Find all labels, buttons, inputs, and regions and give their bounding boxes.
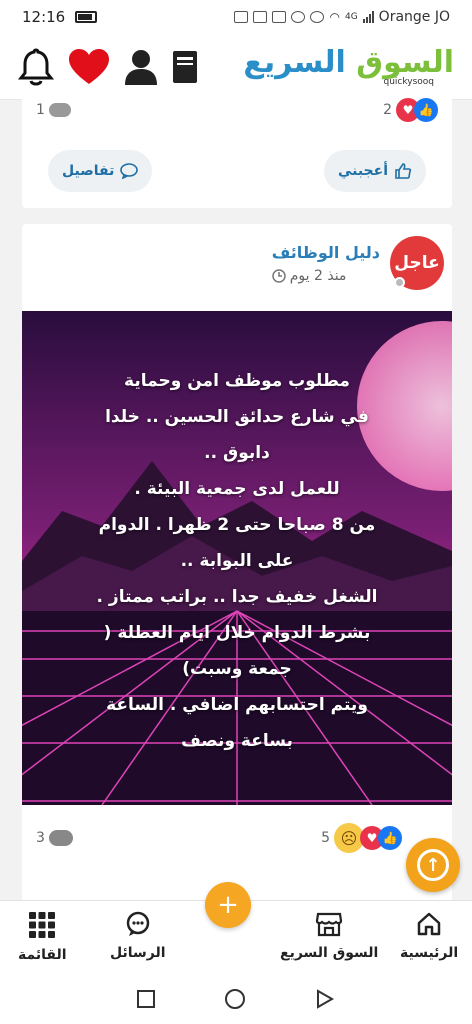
like-label: أعجبني: [337, 163, 388, 179]
nav-home-label: الرئيسية: [400, 945, 459, 961]
gallery-icon: [234, 11, 249, 23]
system-nav: [0, 974, 472, 1024]
status-time: 12:16: [22, 8, 66, 26]
thumbs-up-icon: [395, 163, 412, 179]
details-button[interactable]: تفاصيل: [48, 150, 153, 192]
nav-messages-label: الرسائل: [110, 945, 166, 961]
comments-count-group: 1: [36, 102, 71, 118]
bell-icon[interactable]: [18, 47, 54, 87]
avatar-text: عاجل: [394, 253, 440, 273]
scroll-top-button[interactable]: ↑: [406, 838, 460, 892]
user-icon[interactable]: [124, 49, 158, 85]
post-line: مطلوب موظف امن وحماية: [124, 371, 350, 391]
nav-menu-label: القائمة: [18, 947, 67, 963]
logo-text-accent: السريع: [243, 44, 346, 80]
post-line: الشغل خفيف جدا .. براتب ممتاز .: [96, 587, 378, 607]
logo-text-main: السوق: [356, 44, 454, 80]
post-header: دليل الوظائف منذ 2 يوم عاجل: [272, 236, 452, 290]
post-image[interactable]: مطلوب موظف امن وحماية في شارع حدائق الحس…: [22, 311, 452, 805]
network-type: 4G: [344, 12, 358, 22]
wifi-icon: ◠: [329, 10, 340, 24]
like-reaction-icon: 👍: [414, 98, 438, 122]
arrow-up-icon: ↑: [417, 849, 449, 881]
reactions-count: 2: [383, 102, 392, 118]
store-icon: [316, 912, 343, 937]
reactions-group: 5 ☹ ♥ 👍: [321, 823, 402, 853]
post-line: على البوابة ..: [180, 551, 294, 571]
like-reaction-icon: 👍: [378, 826, 402, 850]
clock-icon: [271, 268, 286, 283]
plus-icon: +: [217, 890, 239, 920]
reactions-group: 2 ♥ 👍: [383, 98, 438, 122]
poster-name[interactable]: دليل الوظائف: [272, 243, 380, 262]
comment-bubble-icon: [48, 830, 73, 846]
mail-icon: [253, 11, 268, 23]
post-line: من 8 صباحا حتى 2 ظهرا . الدوام: [98, 515, 376, 535]
book-icon[interactable]: [172, 50, 198, 84]
back-icon[interactable]: [315, 989, 335, 1009]
status-bar: 12:16 ◠ 4G Orange JO: [0, 0, 472, 34]
nav-messages[interactable]: الرسائل: [110, 911, 166, 961]
like-button[interactable]: أعجبني: [323, 150, 426, 192]
post-line: في شارع حدائق الحسين .. خلدا: [105, 407, 369, 427]
post-time: منذ 2 يوم: [271, 267, 380, 284]
add-post-button[interactable]: +: [205, 882, 251, 928]
app-header: السوق السريع quickysooq: [0, 34, 472, 100]
nav-market-label: السوق السريع: [280, 945, 379, 961]
threads-icon: [291, 11, 306, 23]
comment-icon: [120, 163, 139, 179]
carrier-name: Orange JO: [378, 9, 450, 25]
post-card: دليل الوظائف منذ 2 يوم عاجل مطلوب موظف ا…: [22, 224, 452, 924]
post-card: 1 2 ♥ 👍 تفاصيل أعجبني: [22, 96, 452, 208]
reactions-count: 5: [321, 830, 330, 846]
chat-icon: [126, 911, 150, 936]
app-logo[interactable]: السوق السريع quickysooq: [243, 44, 454, 87]
recents-icon[interactable]: [137, 990, 155, 1008]
battery-icon: [75, 11, 98, 23]
post-line: بساعة ونصف: [181, 731, 293, 751]
avatar[interactable]: عاجل: [390, 236, 444, 290]
home-icon: [417, 912, 441, 936]
comments-count-group: 3: [36, 830, 73, 846]
details-label: تفاصيل: [62, 163, 115, 179]
post-time-text: منذ 2 يوم: [289, 267, 347, 284]
heart-icon[interactable]: [68, 48, 110, 86]
post-text: مطلوب موظف امن وحماية في شارع حدائق الحس…: [42, 363, 432, 759]
post-stats: 3 5 ☹ ♥ 👍: [22, 823, 452, 853]
comment-bubble-icon: [48, 103, 71, 117]
post-line: ويتم احتسابهم اضافي . الساعة: [106, 695, 368, 715]
post-line: جمعة وسبت): [182, 659, 292, 679]
post-line: بشرط الدوام خلال ايام العطلة (: [103, 623, 371, 643]
nav-menu[interactable]: القائمة: [18, 911, 67, 963]
post-stats: 1 2 ♥ 👍: [22, 98, 452, 122]
nav-market[interactable]: السوق السريع: [280, 911, 378, 961]
app-icon: [272, 11, 287, 23]
status-icons: ◠ 4G Orange JO: [234, 9, 450, 25]
status-dot: [394, 277, 405, 288]
signal-icon: [362, 11, 374, 23]
post-line: للعمل لدى جمعية البيئة .: [134, 479, 340, 499]
whatsapp-icon: [310, 11, 325, 23]
grid-icon: [29, 912, 56, 938]
post-line: دابوق ..: [204, 443, 270, 463]
home-system-icon[interactable]: [225, 989, 245, 1009]
comments-count: 1: [36, 102, 45, 118]
nav-home[interactable]: الرئيسية: [400, 911, 458, 961]
comments-count: 3: [36, 830, 45, 846]
